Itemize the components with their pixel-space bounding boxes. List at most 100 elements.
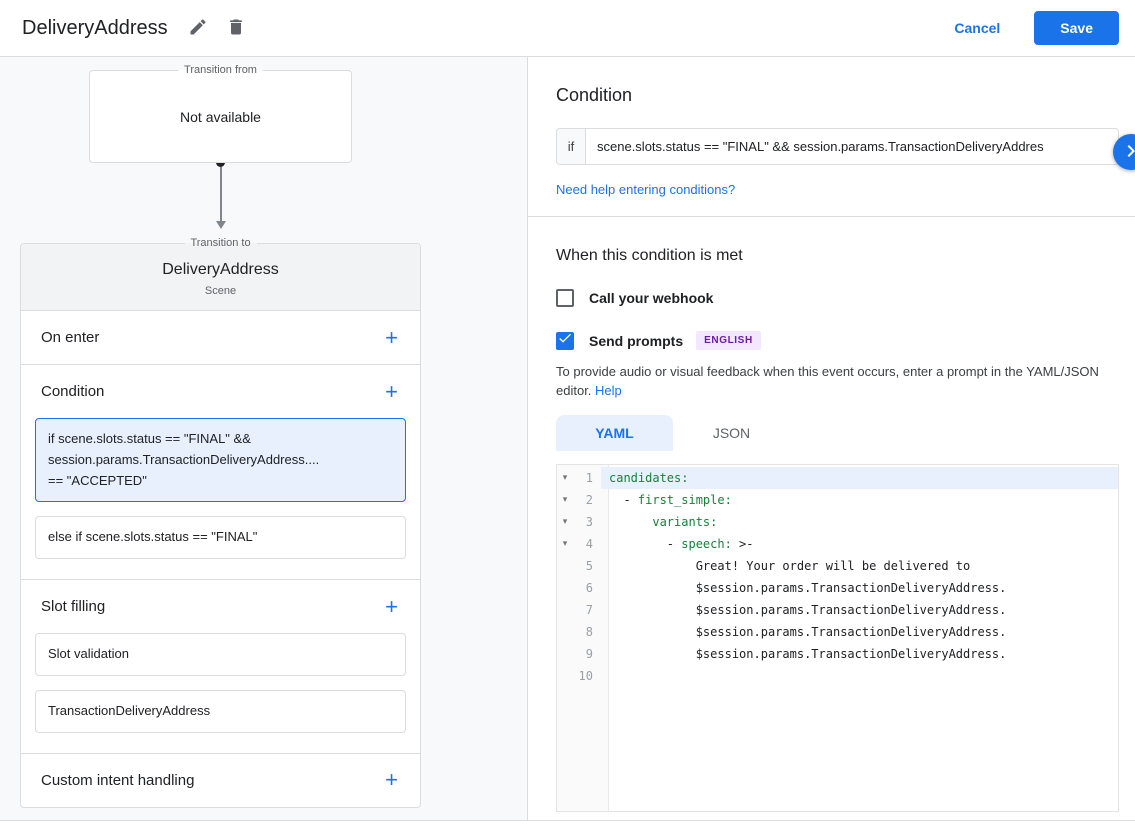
code-line[interactable]: $session.params.TransactionDeliveryAddre… <box>601 643 1118 665</box>
slot-text: Slot validation <box>48 644 393 665</box>
line-number: 7 <box>573 603 601 617</box>
condition-list: if scene.slots.status == "FINAL" && sess… <box>21 418 420 579</box>
divider <box>528 216 1135 217</box>
condition-detail-panel: Condition if Need help entering conditio… <box>528 57 1135 827</box>
editor-line: 8 $session.params.TransactionDeliveryAdd… <box>557 621 1118 643</box>
send-prompts-label[interactable]: Send prompts <box>589 333 683 349</box>
arrow-down-icon <box>216 221 226 229</box>
flow-connector <box>20 158 421 229</box>
tab-json[interactable]: JSON <box>673 415 790 451</box>
webhook-checkbox[interactable] <box>556 289 574 307</box>
scene-subtitle: Scene <box>21 285 420 297</box>
line-number: 1 <box>573 471 601 485</box>
editor-line: 9 $session.params.TransactionDeliveryAdd… <box>557 643 1118 665</box>
when-met-heading: When this condition is met <box>556 247 1119 265</box>
editor-line: ▾ 4 - speech: >- <box>557 533 1118 555</box>
tab-yaml[interactable]: YAML <box>556 415 673 451</box>
condition-item[interactable]: else if scene.slots.status == "FINAL" <box>35 516 406 559</box>
prompt-description: To provide audio or visual feedback when… <box>556 363 1119 401</box>
add-icon[interactable]: + <box>385 384 398 400</box>
editor-line: ▾ 3 variants: <box>557 511 1118 533</box>
slot-item[interactable]: TransactionDeliveryAddress <box>35 690 406 733</box>
condition-item-selected[interactable]: if scene.slots.status == "FINAL" && sess… <box>35 418 406 502</box>
condition-text: else if scene.slots.status == "FINAL" <box>48 527 393 548</box>
condition-input[interactable] <box>586 129 1118 164</box>
transition-from-value: Not available <box>180 109 261 125</box>
condition-text: == "ACCEPTED" <box>48 471 393 492</box>
yaml-editor[interactable]: ▾ 1 candidates: ▾ 2 - first_simple: ▾ 3 … <box>556 464 1119 812</box>
scene-card-header: DeliveryAddress Scene <box>21 244 420 311</box>
code-line[interactable]: - speech: >- <box>601 533 1118 555</box>
line-number: 5 <box>573 559 601 573</box>
slot-item[interactable]: Slot validation <box>35 633 406 676</box>
language-badge: ENGLISH <box>696 331 761 350</box>
section-label: On enter <box>41 329 99 346</box>
section-slot-filling[interactable]: Slot filling + <box>21 579 420 633</box>
editor-line: 7 $session.params.TransactionDeliveryAdd… <box>557 599 1118 621</box>
code-line[interactable]: candidates: <box>601 467 1118 489</box>
send-prompts-checkbox[interactable] <box>556 332 574 350</box>
code-line[interactable]: $session.params.TransactionDeliveryAddre… <box>601 621 1118 643</box>
horizontal-scrollbar-track[interactable] <box>0 820 1135 827</box>
code-line[interactable]: - first_simple: <box>601 489 1118 511</box>
delete-scene-button[interactable] <box>220 11 252 46</box>
section-label: Slot filling <box>41 598 105 615</box>
editor-line: 6 $session.params.TransactionDeliveryAdd… <box>557 577 1118 599</box>
add-icon[interactable]: + <box>385 599 398 615</box>
fold-toggle-icon[interactable]: ▾ <box>557 538 573 549</box>
transition-from-label: Transition from <box>178 64 263 76</box>
app-header: DeliveryAddress Cancel Save <box>0 0 1135 57</box>
line-number: 2 <box>573 493 601 507</box>
save-button[interactable]: Save <box>1034 11 1119 45</box>
description-text: To provide audio or visual feedback when… <box>556 364 1099 398</box>
code-line[interactable]: $session.params.TransactionDeliveryAddre… <box>601 577 1118 599</box>
add-icon[interactable]: + <box>385 772 398 788</box>
section-condition[interactable]: Condition + <box>21 364 420 418</box>
section-on-enter[interactable]: On enter + <box>21 311 420 364</box>
edit-title-button[interactable] <box>182 11 214 46</box>
collapse-panel-button[interactable] <box>1113 134 1135 170</box>
line-number: 4 <box>573 537 601 551</box>
section-label: Condition <box>41 383 104 400</box>
cancel-button[interactable]: Cancel <box>948 19 1006 37</box>
line-number: 3 <box>573 515 601 529</box>
section-label: Custom intent handling <box>41 772 194 789</box>
code-line[interactable]: $session.params.TransactionDeliveryAddre… <box>601 599 1118 621</box>
editor-line: ▾ 2 - first_simple: <box>557 489 1118 511</box>
line-number: 6 <box>573 581 601 595</box>
pencil-icon <box>188 17 208 40</box>
chevron-right-icon <box>1119 139 1135 166</box>
trash-icon <box>226 17 246 40</box>
webhook-label[interactable]: Call your webhook <box>589 290 713 306</box>
page-title: DeliveryAddress <box>22 17 168 40</box>
editor-line: 5 Great! Your order will be delivered to <box>557 555 1118 577</box>
connector-line <box>220 167 222 221</box>
webhook-row: Call your webhook <box>556 289 1119 307</box>
editor-line: 10 <box>557 665 1118 687</box>
add-icon[interactable]: + <box>385 330 398 346</box>
fold-toggle-icon[interactable]: ▾ <box>557 494 573 505</box>
code-line[interactable] <box>601 665 1118 687</box>
scene-card: Transition to DeliveryAddress Scene On e… <box>20 243 421 808</box>
section-custom-intent[interactable]: Custom intent handling + <box>21 753 420 807</box>
code-line[interactable]: variants: <box>601 511 1118 533</box>
slot-text: TransactionDeliveryAddress <box>48 701 393 722</box>
editor-tabs: YAML JSON <box>556 415 1119 451</box>
scene-title: DeliveryAddress <box>21 261 420 279</box>
fold-toggle-icon[interactable]: ▾ <box>557 472 573 483</box>
fold-toggle-icon[interactable]: ▾ <box>557 516 573 527</box>
panel-heading: Condition <box>556 85 1119 106</box>
line-number: 8 <box>573 625 601 639</box>
conditions-help-link[interactable]: Need help entering conditions? <box>556 182 735 197</box>
help-link[interactable]: Help <box>595 383 622 398</box>
transition-from-box: Transition from Not available <box>89 70 352 163</box>
line-number: 9 <box>573 647 601 661</box>
condition-text: if scene.slots.status == "FINAL" && <box>48 429 393 450</box>
condition-text: session.params.TransactionDeliveryAddres… <box>48 450 393 471</box>
if-prefix-label: if <box>557 129 586 164</box>
editor-line: ▾ 1 candidates: <box>557 467 1118 489</box>
condition-input-group: if <box>556 128 1119 165</box>
code-line[interactable]: Great! Your order will be delivered to <box>601 555 1118 577</box>
transition-to-label: Transition to <box>184 237 256 249</box>
check-icon <box>557 330 573 351</box>
